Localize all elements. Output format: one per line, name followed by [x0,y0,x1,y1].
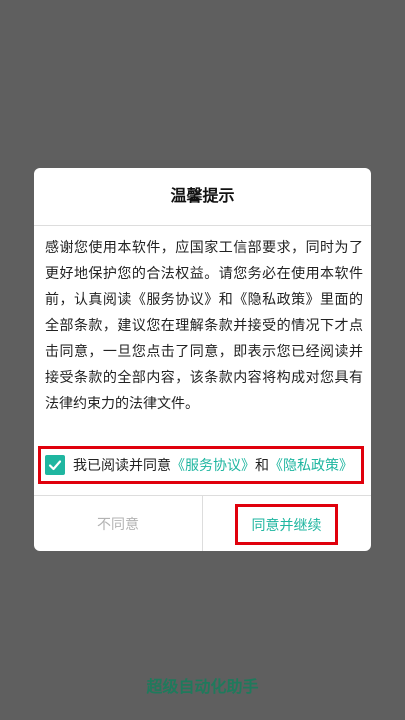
agreement-row[interactable]: 我已阅读并同意 《服务协议》 和 《隐私政策》 [38,446,364,484]
consent-dialog: 温馨提示 感谢您使用本软件，应国家工信部要求，同时为了更好地保护您的合法权益。请… [34,168,371,551]
checkmark-icon [48,460,62,471]
agreement-checkbox[interactable] [45,455,65,475]
app-name-label: 超级自动化助手 [146,677,259,696]
disagree-button[interactable]: 不同意 [34,496,202,551]
dialog-body-text: 感谢您使用本软件，应国家工信部要求，同时为了更好地保护您的合法权益。请您务必在使… [45,240,363,412]
title-divider [34,225,371,226]
footer-vertical-divider [202,496,203,551]
agreement-conjunction: 和 [255,458,269,474]
privacy-policy-link[interactable]: 《隐私政策》 [269,455,353,475]
agree-continue-button[interactable]: 同意并继续 [235,504,338,545]
agreement-prefix: 我已阅读并同意 [73,458,171,474]
dialog-title: 温馨提示 [170,186,235,205]
service-agreement-link[interactable]: 《服务协议》 [171,455,255,475]
